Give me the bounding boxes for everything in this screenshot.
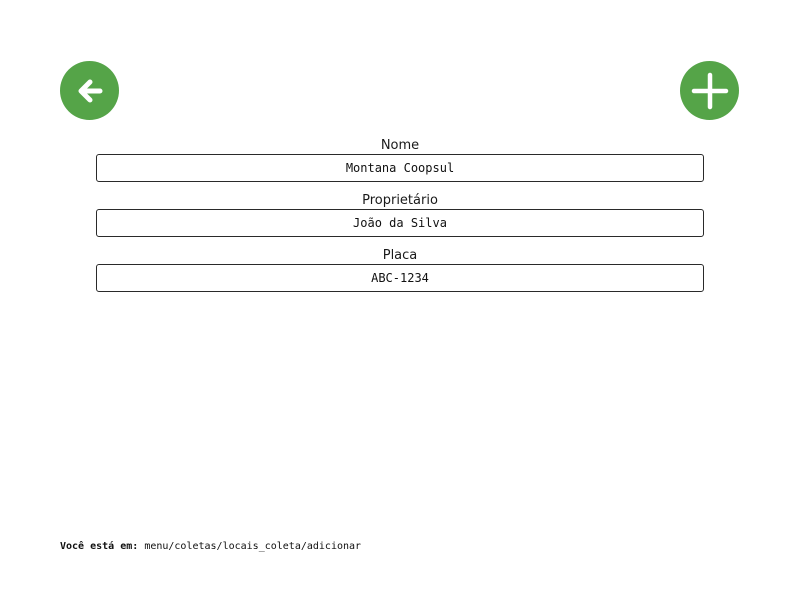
placa-input[interactable] [96, 264, 704, 292]
proprietario-input[interactable] [96, 209, 704, 237]
proprietario-label: Proprietário [362, 193, 438, 208]
nome-field-group: Nome [96, 138, 704, 182]
breadcrumb-label: Você está em: [60, 541, 139, 552]
breadcrumb: Você está em: menu/coletas/locais_coleta… [60, 540, 361, 553]
nome-label: Nome [380, 138, 420, 153]
nome-input[interactable] [96, 154, 704, 182]
arrow-left-icon [73, 74, 107, 108]
plus-icon [691, 72, 729, 110]
placa-field-group: Placa [96, 248, 704, 292]
back-button[interactable] [60, 61, 119, 120]
placa-label: Placa [382, 248, 418, 263]
add-button[interactable] [680, 61, 739, 120]
breadcrumb-path: menu/coletas/locais_coleta/adicionar [144, 541, 362, 552]
proprietario-field-group: Proprietário [96, 193, 704, 237]
